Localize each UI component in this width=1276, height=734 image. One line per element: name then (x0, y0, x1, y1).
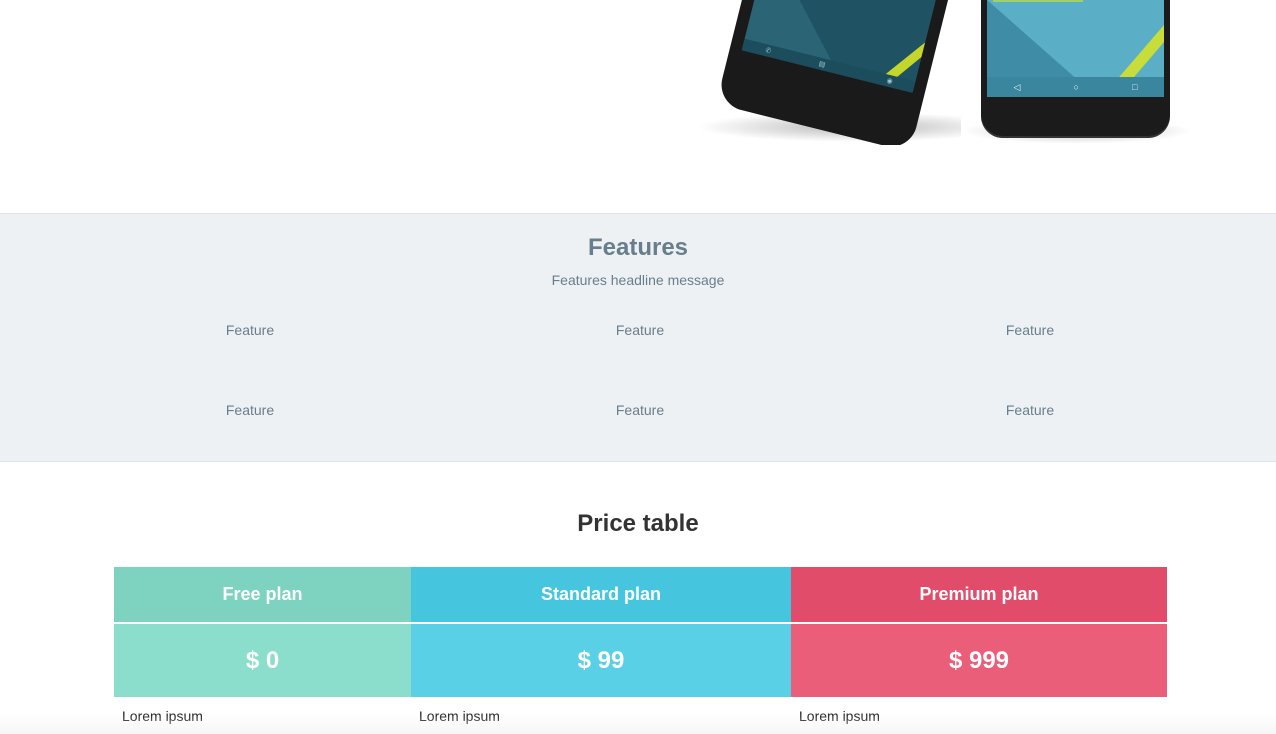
plan-price: $ 99 (411, 622, 791, 697)
feature-item: Feature (615, 322, 665, 338)
plan-feature-row: Lorem ipsum (114, 697, 411, 734)
feature-item: Feature (615, 402, 665, 418)
feature-item: Feature (1005, 322, 1055, 338)
plan-name: Free plan (114, 567, 411, 622)
plan-name: Premium plan (791, 567, 1167, 622)
phone-navbar: ◁ ○ □ (987, 77, 1164, 97)
phone-screen: ◁ ○ □ (987, 0, 1164, 97)
hero-section: ✆ ▤ ◉ ◁ ○ □ (0, 0, 1276, 213)
phone-front-image: ◁ ○ □ (981, 0, 1170, 138)
feature-item: Feature (225, 322, 275, 338)
plan-feature-row: Lorem ipsum (411, 697, 791, 734)
feature-item: Feature (1005, 402, 1055, 418)
recents-icon: □ (1132, 82, 1138, 92)
features-title: Features (587, 234, 689, 261)
plan-free: Free plan $ 0 Lorem ipsum (114, 567, 411, 734)
home-icon: ○ (1073, 82, 1079, 92)
features-headline: Features headline message (551, 272, 725, 288)
features-section: Features Features headline message Featu… (0, 213, 1276, 462)
plan-standard: Standard plan $ 99 Lorem ipsum (411, 567, 791, 734)
plan-feature-row: Lorem ipsum (791, 697, 1167, 734)
phone-angled-image: ✆ ▤ ◉ (721, 0, 966, 145)
plan-premium: Premium plan $ 999 Lorem ipsum (791, 567, 1167, 734)
back-icon: ◁ (1013, 81, 1021, 92)
price-table-title: Price table (577, 510, 699, 537)
page: ✆ ▤ ◉ ◁ ○ □ Features Features headline m… (0, 0, 1276, 734)
plan-price: $ 999 (791, 622, 1167, 697)
plan-price: $ 0 (114, 622, 411, 697)
plan-name: Standard plan (411, 567, 791, 622)
feature-item: Feature (225, 402, 275, 418)
